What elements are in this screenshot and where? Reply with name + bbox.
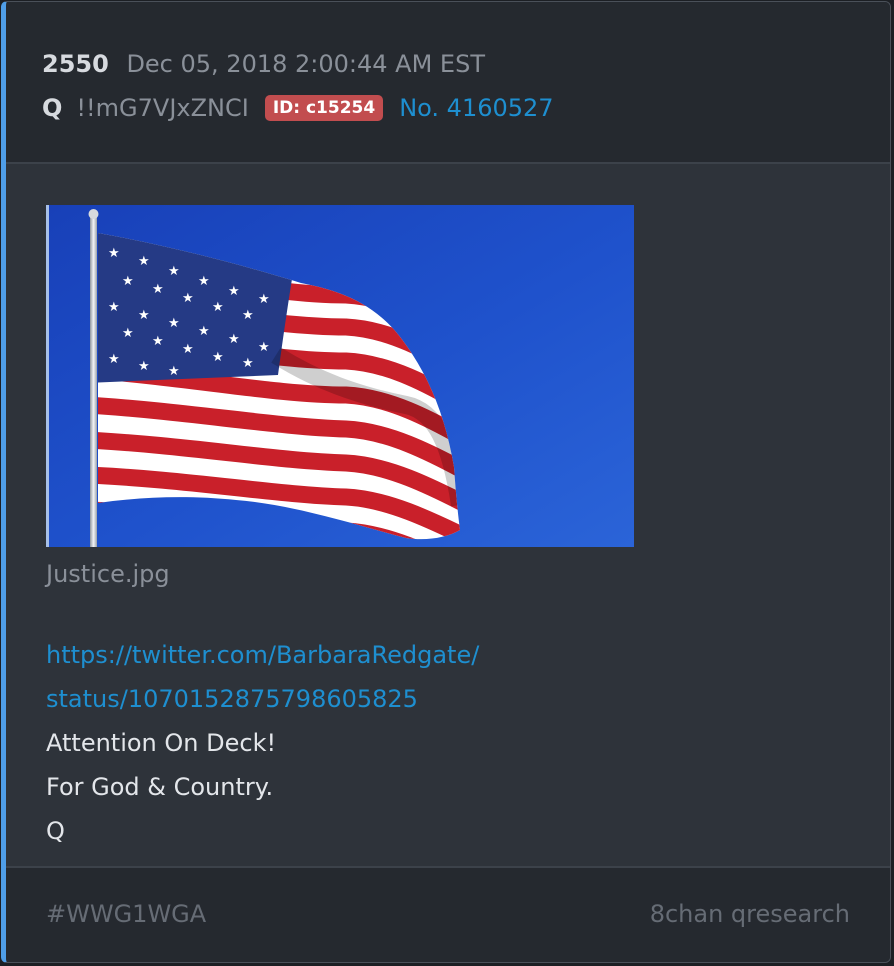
svg-text:★: ★ [258,340,270,355]
svg-text:★: ★ [122,274,134,289]
svg-text:★: ★ [152,334,164,349]
post-text-line: Attention On Deck! [46,729,277,757]
post-text-line: For God & Country. [46,773,274,801]
svg-text:★: ★ [152,282,164,297]
post-count: 2550 [42,50,109,78]
svg-text:★: ★ [182,291,194,306]
attachment-filename[interactable]: Justice.jpg [46,558,170,590]
post-card: 2550 Dec 05, 2018 2:00:44 AM EST Q !!mG7… [1,1,891,963]
svg-text:★: ★ [228,284,240,299]
attachment-image[interactable]: ★ ★ ★ ★ ★ ★ ★ ★ ★ ★ ★ ★ ★ ★ ★ ★ ★ ★ ★ ★ ★ ★ ★ ★ ★ [46,205,634,547]
twitter-link-part1[interactable]: https://twitter.com/BarbaraRedgate/ [46,633,479,677]
american-flag-image: ★★★★★★ ★★★★★ ★★★★★★ ★★★★ ★ ★ ★ ★ [46,205,634,547]
post-date: Dec 05, 2018 2:00:44 AM EST [126,50,485,78]
svg-text:★: ★ [228,332,240,347]
svg-text:★: ★ [168,316,180,331]
twitter-link-part2[interactable]: status/1070152875798605825 [46,677,479,721]
svg-text:★: ★ [138,359,150,374]
post-signature: Q [46,817,65,845]
svg-text:★: ★ [138,254,150,269]
svg-text:★: ★ [168,364,180,379]
post-footer: #WWG1WGA 8chan qresearch [6,866,890,962]
svg-text:★: ★ [198,274,210,289]
svg-text:★: ★ [168,264,180,279]
post-body: https://twitter.com/BarbaraRedgate/ stat… [46,633,479,853]
svg-text:★: ★ [108,352,120,367]
tripcode: !!mG7VJxZNCI [76,94,249,122]
svg-text:★: ★ [182,342,194,357]
svg-text:★: ★ [122,326,134,341]
post-header: 2550 Dec 05, 2018 2:00:44 AM EST Q !!mG7… [6,2,890,164]
author-name: Q [42,94,63,122]
id-badge: ID: c15254 [264,95,384,121]
svg-text:★: ★ [242,356,254,371]
svg-text:★: ★ [108,300,120,315]
svg-text:★: ★ [108,246,120,261]
svg-text:★: ★ [198,324,210,339]
svg-text:★: ★ [212,300,224,315]
svg-text:★: ★ [258,292,270,307]
post-meta-row: 2550 Dec 05, 2018 2:00:44 AM EST [42,48,485,80]
svg-text:★: ★ [138,308,150,323]
post-number-link[interactable]: No. 4160527 [399,92,553,124]
svg-text:★: ★ [212,350,224,365]
post-author-row: Q !!mG7VJxZNCI ID: c15254 No. 4160527 [42,92,554,124]
svg-text:★: ★ [242,308,254,323]
hashtag-link[interactable]: #WWG1WGA [46,900,206,928]
source-label: 8chan qresearch [649,900,850,928]
